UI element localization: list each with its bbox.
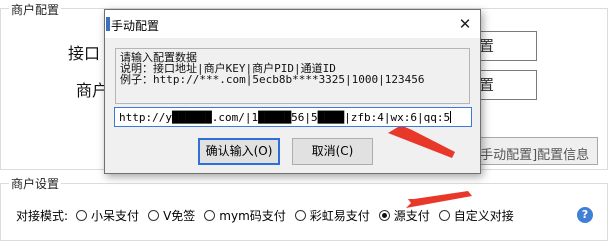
annotation-arrows (388, 127, 472, 208)
arrow-to-yuan-radio (406, 191, 472, 208)
arrow-to-config-input (388, 127, 455, 158)
